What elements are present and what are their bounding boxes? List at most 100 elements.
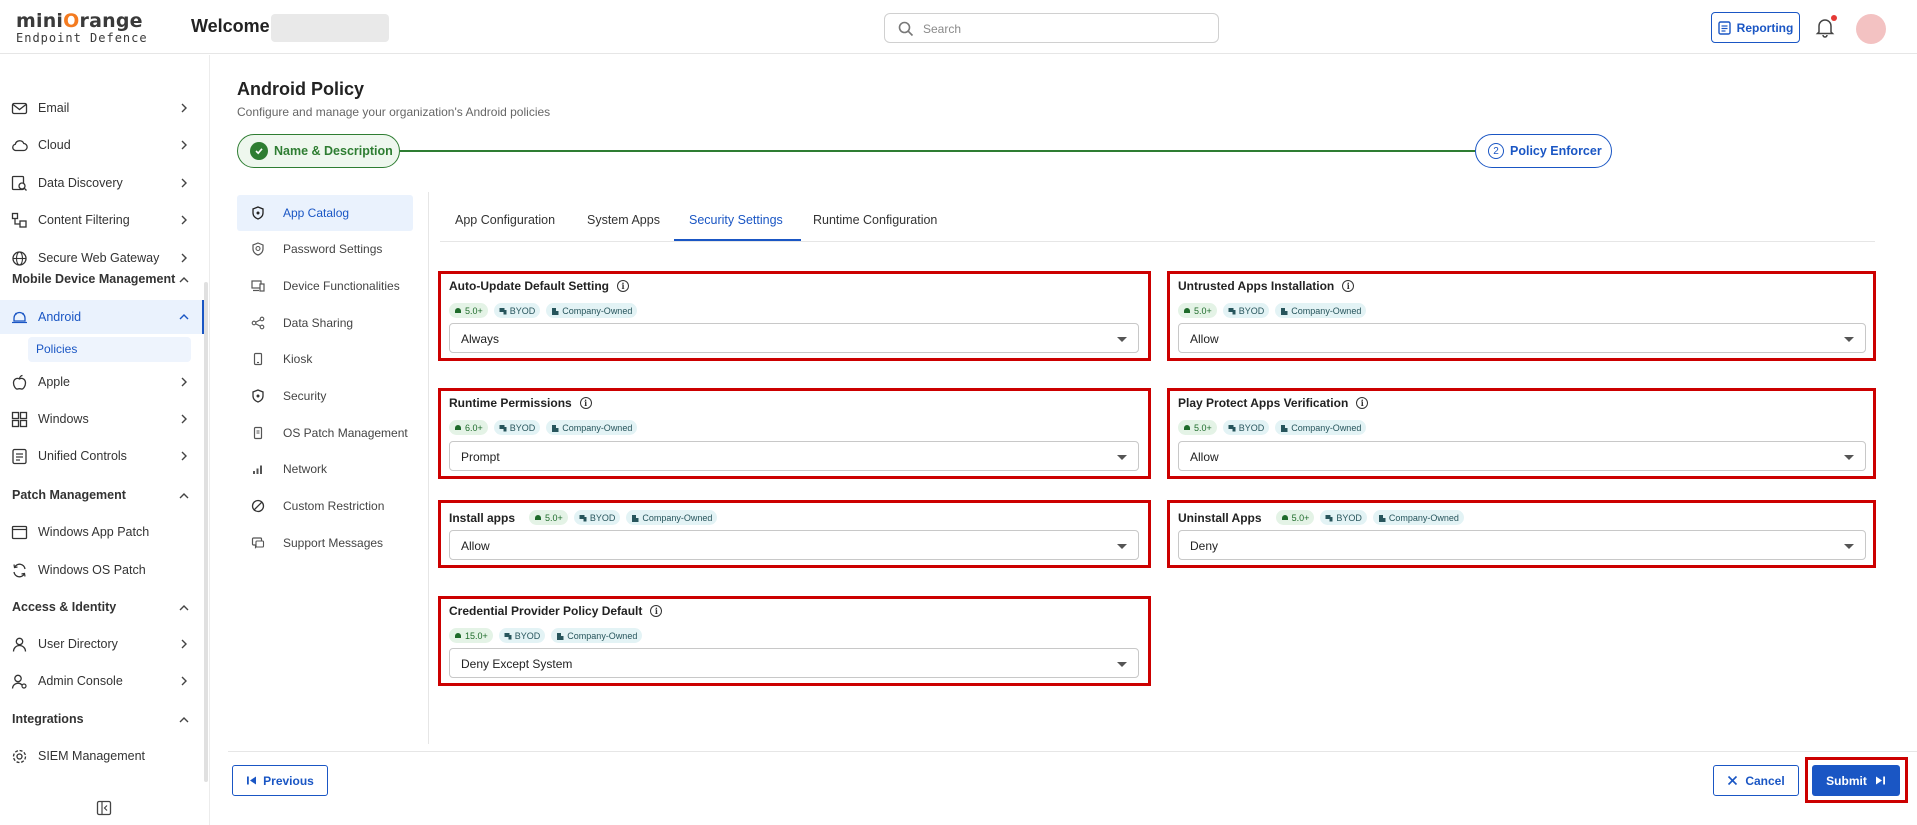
chevron-up-icon[interactable]	[178, 490, 190, 502]
nav-security[interactable]: Security	[237, 378, 413, 414]
nav-device-functionalities[interactable]: Device Functionalities	[237, 268, 413, 304]
collapse-sidebar-icon[interactable]	[96, 800, 112, 816]
nav-label: Kiosk	[283, 352, 313, 366]
setting-title: Auto-Update Default Setting i	[449, 279, 629, 293]
previous-button[interactable]: Previous	[232, 765, 328, 796]
info-icon[interactable]: i	[1342, 280, 1355, 292]
nav-app-catalog[interactable]: App Catalog	[237, 195, 413, 231]
sidebar-item-label: Windows OS Patch	[38, 563, 146, 577]
info-icon[interactable]: i	[617, 280, 629, 292]
sidebar-item-label: Windows	[38, 412, 89, 426]
step-name-description[interactable]: Name & Description	[237, 134, 400, 168]
setting-title: Uninstall Apps 5.0+ BYOD Company-Owned	[1178, 510, 1464, 525]
info-icon[interactable]: i	[650, 605, 663, 617]
sidebar-item-admin-console[interactable]: Admin Console	[0, 664, 205, 698]
android-icon	[535, 514, 542, 520]
sidebar-item-label: Data Discovery	[38, 176, 123, 190]
version-badge: 6.0+	[449, 420, 488, 435]
version-text: 15.0+	[465, 630, 488, 641]
untrusted-apps-select[interactable]: Allow	[1178, 323, 1866, 353]
nav-label: Support Messages	[283, 536, 384, 550]
search-input[interactable]	[923, 20, 1203, 38]
cancel-button[interactable]: Cancel	[1713, 765, 1799, 796]
submit-button[interactable]: Submit	[1812, 765, 1900, 796]
uninstall-apps-select[interactable]: Deny	[1178, 530, 1866, 560]
chevron-up-icon[interactable]	[178, 602, 190, 614]
nav-custom-restriction[interactable]: Custom Restriction	[237, 488, 413, 524]
sidebar-item-unified-controls[interactable]: Unified Controls	[0, 439, 205, 473]
nav-label: Password Settings	[283, 242, 383, 256]
info-icon[interactable]: i	[1356, 397, 1369, 409]
section-access-identity[interactable]: Access & Identity	[12, 600, 116, 614]
sidebar-item-cloud[interactable]: Cloud	[0, 128, 205, 162]
nav-support-messages[interactable]: Support Messages	[237, 525, 413, 561]
sidebar-item-secure-web-gateway[interactable]: Secure Web Gateway	[0, 241, 205, 275]
company-owned-badge: Company-Owned	[546, 420, 638, 435]
nav-label: Device Functionalities	[283, 279, 400, 293]
search-box[interactable]	[884, 13, 1219, 43]
sidebar-item-data-discovery[interactable]: Data Discovery	[0, 166, 205, 200]
sidebar-scrollbar[interactable]	[204, 282, 208, 782]
sidebar-item-apple[interactable]: Apple	[0, 365, 205, 399]
chevron-up-icon[interactable]	[178, 274, 190, 286]
dropdown-caret-icon	[1844, 544, 1854, 549]
android-icon	[12, 311, 27, 323]
tab-app-configuration[interactable]: App Configuration	[455, 213, 555, 227]
chevron-right-icon	[181, 676, 187, 686]
step-policy-enforcer[interactable]: 2 Policy Enforcer	[1475, 134, 1612, 168]
unified-controls-icon	[12, 448, 27, 464]
check-circle-icon	[250, 142, 268, 160]
sidebar-item-label: SIEM Management	[38, 749, 145, 763]
nav-label: Network	[283, 462, 328, 476]
reporting-button[interactable]: Reporting	[1711, 12, 1800, 43]
building-icon	[557, 632, 564, 640]
section-mobile-device-management[interactable]: Mobile Device Management	[12, 272, 175, 286]
byod-text: BYOD	[1238, 305, 1265, 316]
welcome-text: Welcome,	[191, 16, 275, 36]
nav-network[interactable]: Network	[237, 451, 413, 487]
info-icon[interactable]: i	[579, 397, 592, 409]
install-apps-select[interactable]: Allow	[449, 530, 1139, 560]
step-number: 2	[1488, 143, 1504, 159]
play-protect-select[interactable]: Allow	[1178, 441, 1866, 471]
setting-title-text: Play Protect Apps Verification	[1178, 396, 1349, 410]
runtime-permissions-select[interactable]: Prompt	[449, 441, 1139, 471]
sidebar-item-content-filtering[interactable]: Content Filtering	[0, 203, 205, 237]
chevron-right-icon	[181, 103, 187, 113]
tab-security-settings[interactable]: Security Settings	[689, 213, 783, 227]
company-text: Company-Owned	[567, 630, 638, 641]
message-icon	[251, 537, 265, 549]
credential-provider-select[interactable]: Deny Except System	[449, 648, 1139, 678]
sidebar-item-windows-app-patch[interactable]: Windows App Patch	[0, 515, 205, 549]
user-avatar[interactable]	[1856, 14, 1886, 44]
tab-system-apps[interactable]: System Apps	[587, 213, 660, 227]
dropdown-caret-icon	[1117, 337, 1127, 342]
sidebar-subitem-policies[interactable]: Policies	[28, 337, 191, 362]
auto-update-select[interactable]: Always	[449, 323, 1139, 353]
section-patch-management[interactable]: Patch Management	[12, 488, 126, 502]
sidebar-item-android[interactable]: Android	[0, 300, 205, 334]
section-integrations[interactable]: Integrations	[12, 712, 84, 726]
version-badge: 5.0+	[529, 510, 568, 525]
badge-group: 5.0+ BYOD Company-Owned	[1275, 510, 1464, 525]
nav-label: Security	[283, 389, 327, 403]
nav-data-sharing[interactable]: Data Sharing	[237, 305, 413, 341]
version-text: 5.0+	[1194, 422, 1212, 433]
android-icon	[455, 307, 461, 313]
sidebar-item-email[interactable]: Email	[0, 91, 205, 125]
miniorange-logo[interactable]: miniOrange Endpoint Defence	[16, 10, 148, 45]
sidebar-item-windows-os-patch[interactable]: Windows OS Patch	[0, 553, 205, 587]
chevron-up-icon[interactable]	[178, 714, 190, 726]
tab-runtime-configuration[interactable]: Runtime Configuration	[813, 213, 937, 227]
nav-os-patch-management[interactable]: OS Patch Management	[237, 415, 413, 451]
nav-kiosk[interactable]: Kiosk	[237, 341, 413, 377]
sidebar-item-siem-management[interactable]: SIEM Management	[0, 739, 205, 773]
kiosk-icon	[253, 352, 263, 366]
select-value: Always	[461, 332, 500, 346]
building-icon	[552, 307, 559, 315]
nav-password-settings[interactable]: Password Settings	[237, 231, 413, 267]
chevron-right-icon	[181, 215, 187, 225]
sidebar-item-windows[interactable]: Windows	[0, 402, 205, 436]
sidebar-item-user-directory[interactable]: User Directory	[0, 627, 205, 661]
company-text: Company-Owned	[642, 512, 713, 523]
